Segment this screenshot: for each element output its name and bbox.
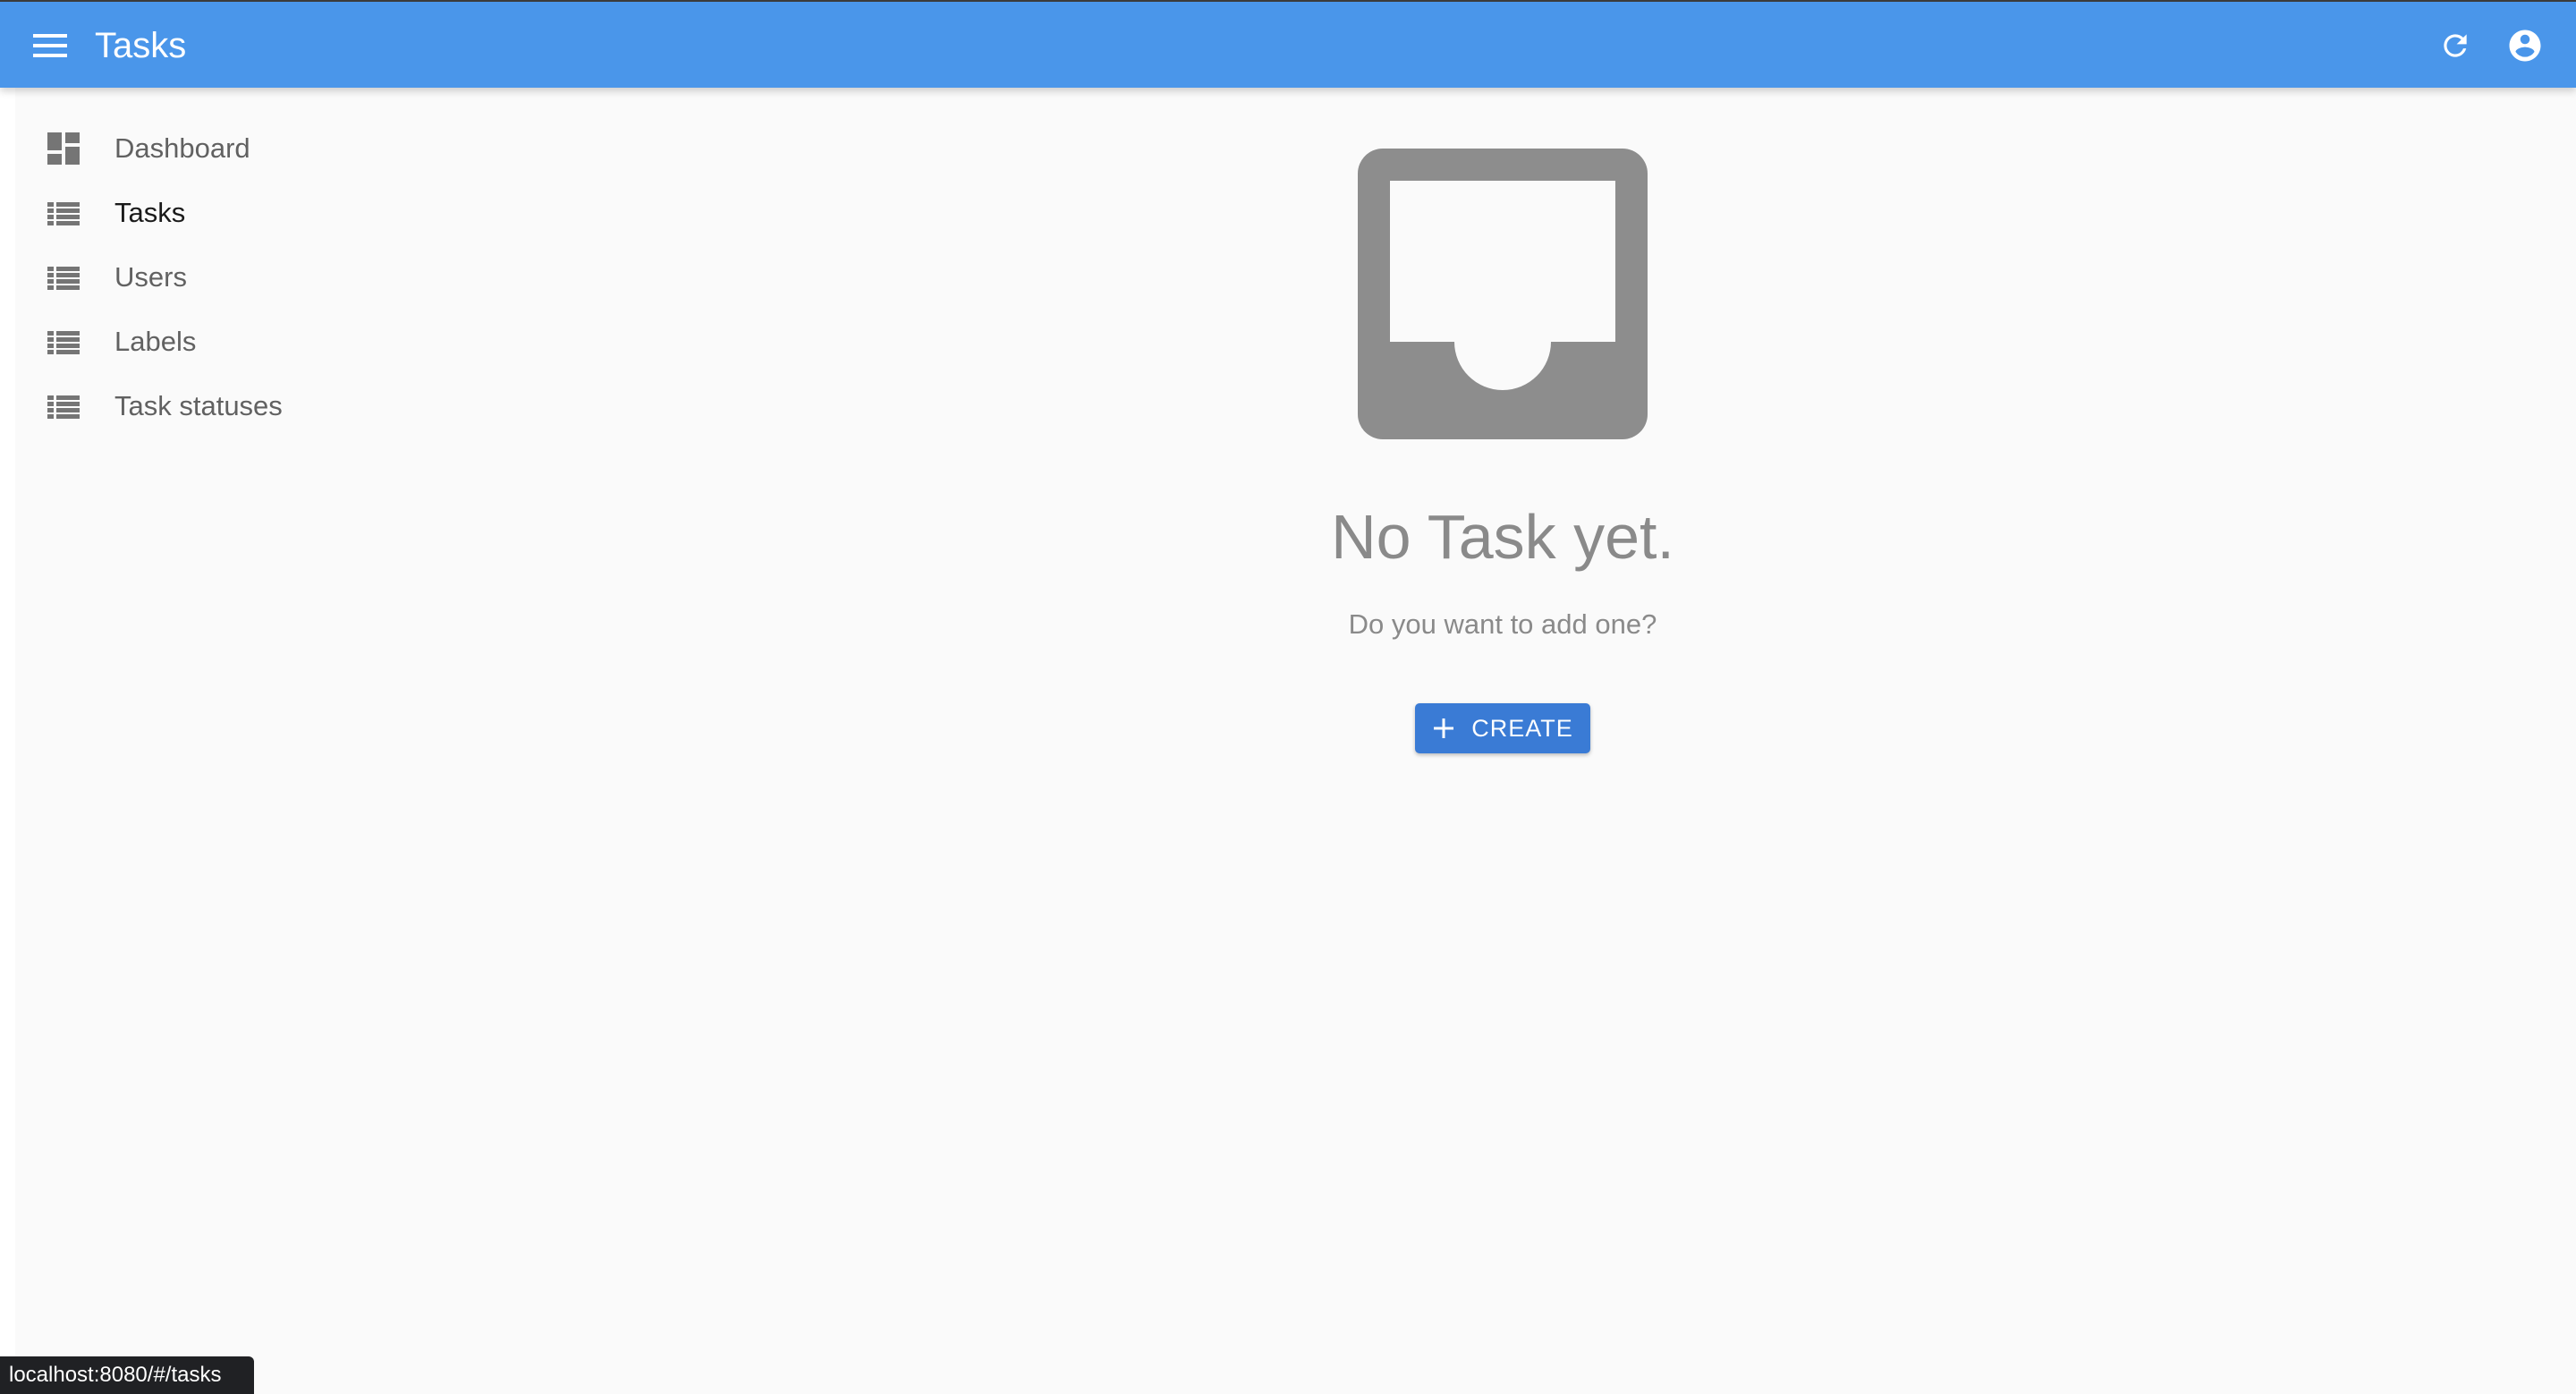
sidebar: Dashboard Tasks Users Labels Task status… xyxy=(15,116,427,438)
plus-icon xyxy=(1434,718,1454,738)
sidebar-item-tasks[interactable]: Tasks xyxy=(15,181,427,245)
sidebar-item-label: Labels xyxy=(114,326,197,357)
sidebar-item-label: Dashboard xyxy=(114,132,250,164)
dashboard-icon xyxy=(47,132,80,165)
list-icon xyxy=(47,267,80,290)
menu-icon xyxy=(33,34,67,57)
sidebar-item-users[interactable]: Users xyxy=(15,245,427,310)
empty-state: No Task yet. Do you want to add one? CRE… xyxy=(1234,143,1771,769)
sidebar-item-label: Users xyxy=(114,261,187,293)
window-edge xyxy=(0,0,15,1394)
sidebar-item-labels[interactable]: Labels xyxy=(15,310,427,374)
sidebar-item-label: Tasks xyxy=(114,197,186,228)
list-icon xyxy=(47,331,80,354)
app-bar: Tasks xyxy=(0,0,2576,88)
empty-state-title: No Task yet. xyxy=(1331,502,1674,572)
account-button[interactable] xyxy=(2504,25,2546,66)
create-button[interactable]: CREATE xyxy=(1415,703,1590,753)
sidebar-item-dashboard[interactable]: Dashboard xyxy=(15,116,427,181)
empty-state-subtitle: Do you want to add one? xyxy=(1348,608,1657,640)
account-circle-icon xyxy=(2509,30,2541,62)
refresh-button[interactable] xyxy=(2435,25,2476,66)
sidebar-item-label: Task statuses xyxy=(114,390,283,421)
inbox-icon xyxy=(1358,149,1648,439)
create-button-label: CREATE xyxy=(1471,714,1573,742)
refresh-icon xyxy=(2444,34,2467,57)
menu-button[interactable] xyxy=(30,25,71,66)
app-title: Tasks xyxy=(95,26,187,65)
list-icon xyxy=(47,395,80,419)
status-bar-url: localhost:8080/#/tasks xyxy=(0,1356,254,1394)
list-icon xyxy=(47,202,80,225)
sidebar-item-task-statuses[interactable]: Task statuses xyxy=(15,374,427,438)
